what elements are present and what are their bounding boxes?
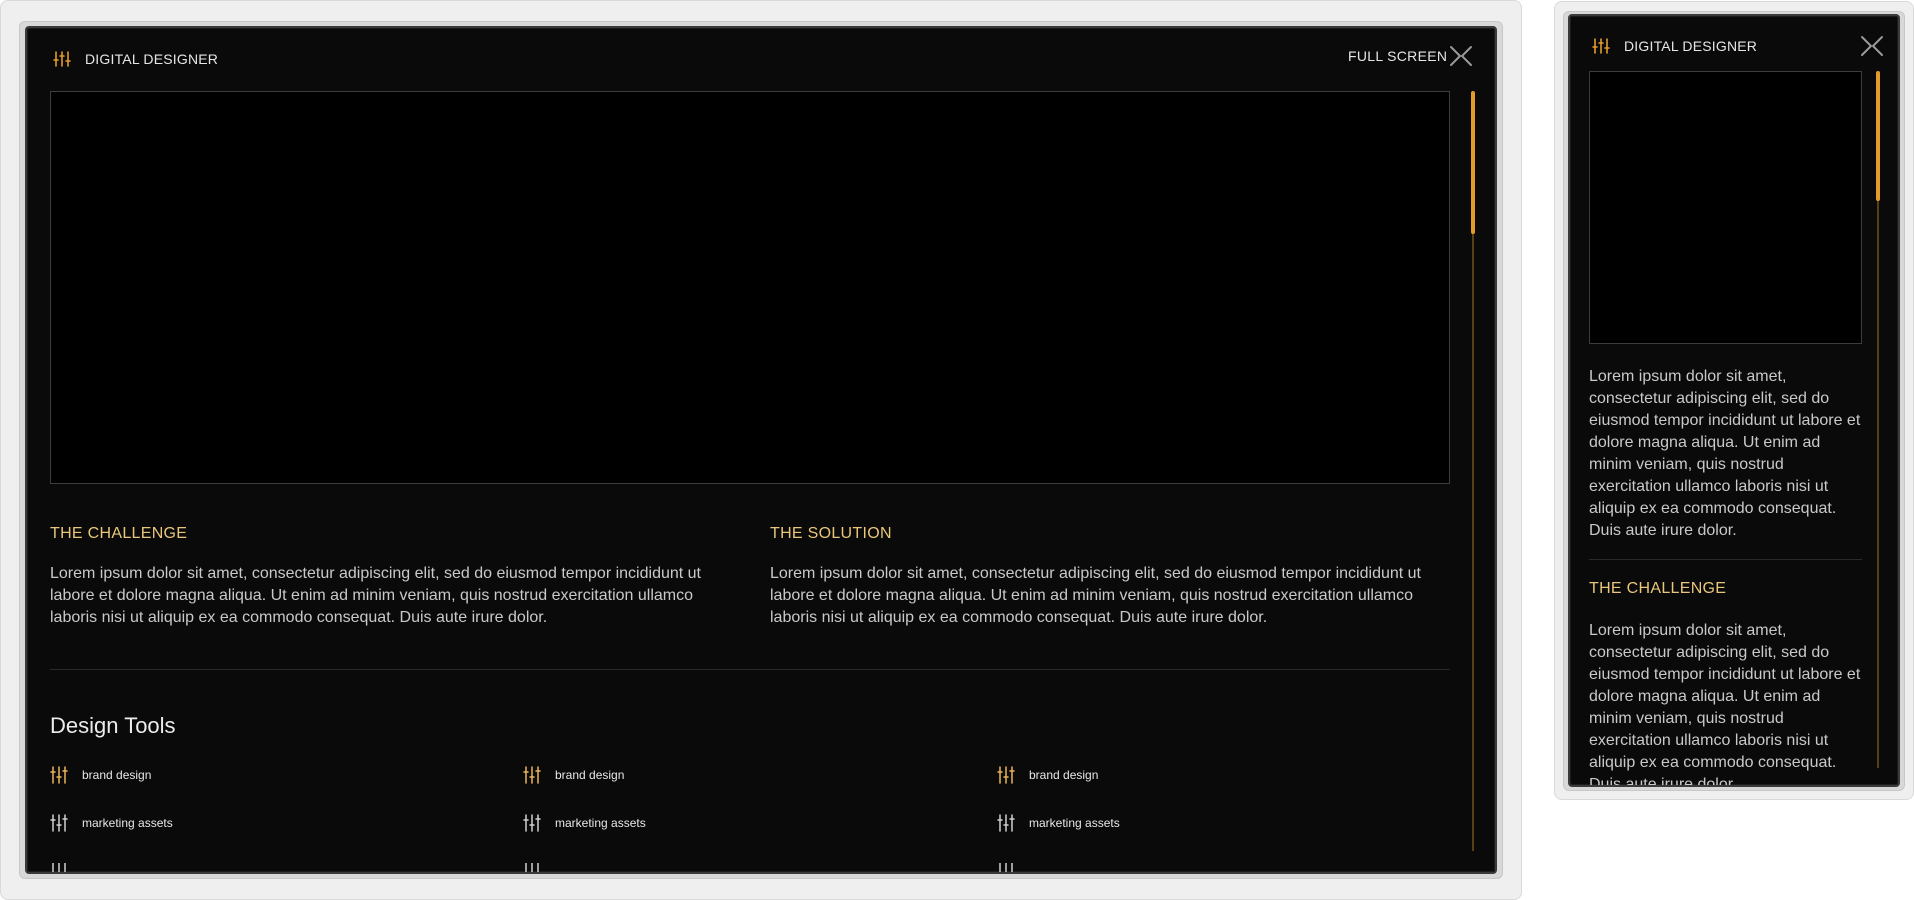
tool-item[interactable]: marketing assets [997, 814, 1120, 832]
tune-icon [523, 766, 541, 784]
tool-label: marketing assets [1029, 816, 1120, 830]
large-window: DIGITAL DESIGNER FULL SCREEN THE CHALLEN… [25, 26, 1497, 874]
tune-icon [523, 814, 541, 832]
tune-icon [523, 862, 541, 872]
tool-label: brand design [555, 768, 625, 782]
tune-icon [997, 862, 1015, 872]
large-header: DIGITAL DESIGNER [53, 50, 218, 68]
challenge-text: Lorem ipsum dolor sit amet, consectetur … [1589, 622, 1861, 787]
media-player[interactable] [50, 91, 1450, 484]
tool-label: marketing assets [82, 816, 173, 830]
tune-icon [50, 766, 68, 784]
close-icon[interactable] [1859, 33, 1885, 59]
intro-text: Lorem ipsum dolor sit amet, consectetur … [1589, 368, 1861, 539]
scroll-thumb[interactable] [1471, 91, 1475, 234]
small-window: DIGITAL DESIGNER Lorem ipsum dolor sit a… [1568, 14, 1900, 787]
close-icon[interactable] [1448, 43, 1474, 69]
tune-icon [1592, 37, 1610, 55]
small-header: DIGITAL DESIGNER [1592, 37, 1757, 55]
tune-icon [997, 766, 1015, 784]
tool-item[interactable]: brand design [997, 766, 1098, 784]
media-player[interactable] [1589, 71, 1862, 344]
challenge-heading: THE CHALLENGE [50, 525, 188, 542]
tool-item-partial [523, 862, 541, 872]
tool-item[interactable]: marketing assets [523, 814, 646, 832]
tune-icon [50, 862, 68, 872]
tool-item-partial [50, 862, 68, 872]
tune-icon [53, 50, 71, 68]
tool-label: brand design [1029, 768, 1099, 782]
tool-item[interactable]: brand design [50, 766, 151, 784]
window-title: DIGITAL DESIGNER [1624, 38, 1758, 54]
tools-title: Design Tools [50, 713, 176, 738]
tune-icon [997, 814, 1015, 832]
tool-item[interactable]: brand design [523, 766, 624, 784]
solution-heading: THE SOLUTION [770, 525, 892, 542]
solution-text: Lorem ipsum dolor sit amet, consectetur … [770, 565, 1421, 626]
section-divider [50, 669, 1450, 670]
challenge-heading: THE CHALLENGE [1589, 580, 1727, 597]
tool-item-partial [997, 862, 1015, 872]
scroll-thumb[interactable] [1876, 71, 1880, 201]
challenge-text: Lorem ipsum dolor sit amet, consectetur … [50, 565, 701, 626]
tune-icon [50, 814, 68, 832]
fullscreen-label: FULL SCREEN [1348, 48, 1448, 64]
tool-label: marketing assets [555, 816, 646, 830]
fullscreen-button[interactable]: FULL SCREEN [1348, 48, 1447, 64]
window-title: DIGITAL DESIGNER [85, 51, 219, 67]
tool-label: brand design [82, 768, 152, 782]
tool-item[interactable]: marketing assets [50, 814, 173, 832]
section-divider [1589, 559, 1862, 560]
